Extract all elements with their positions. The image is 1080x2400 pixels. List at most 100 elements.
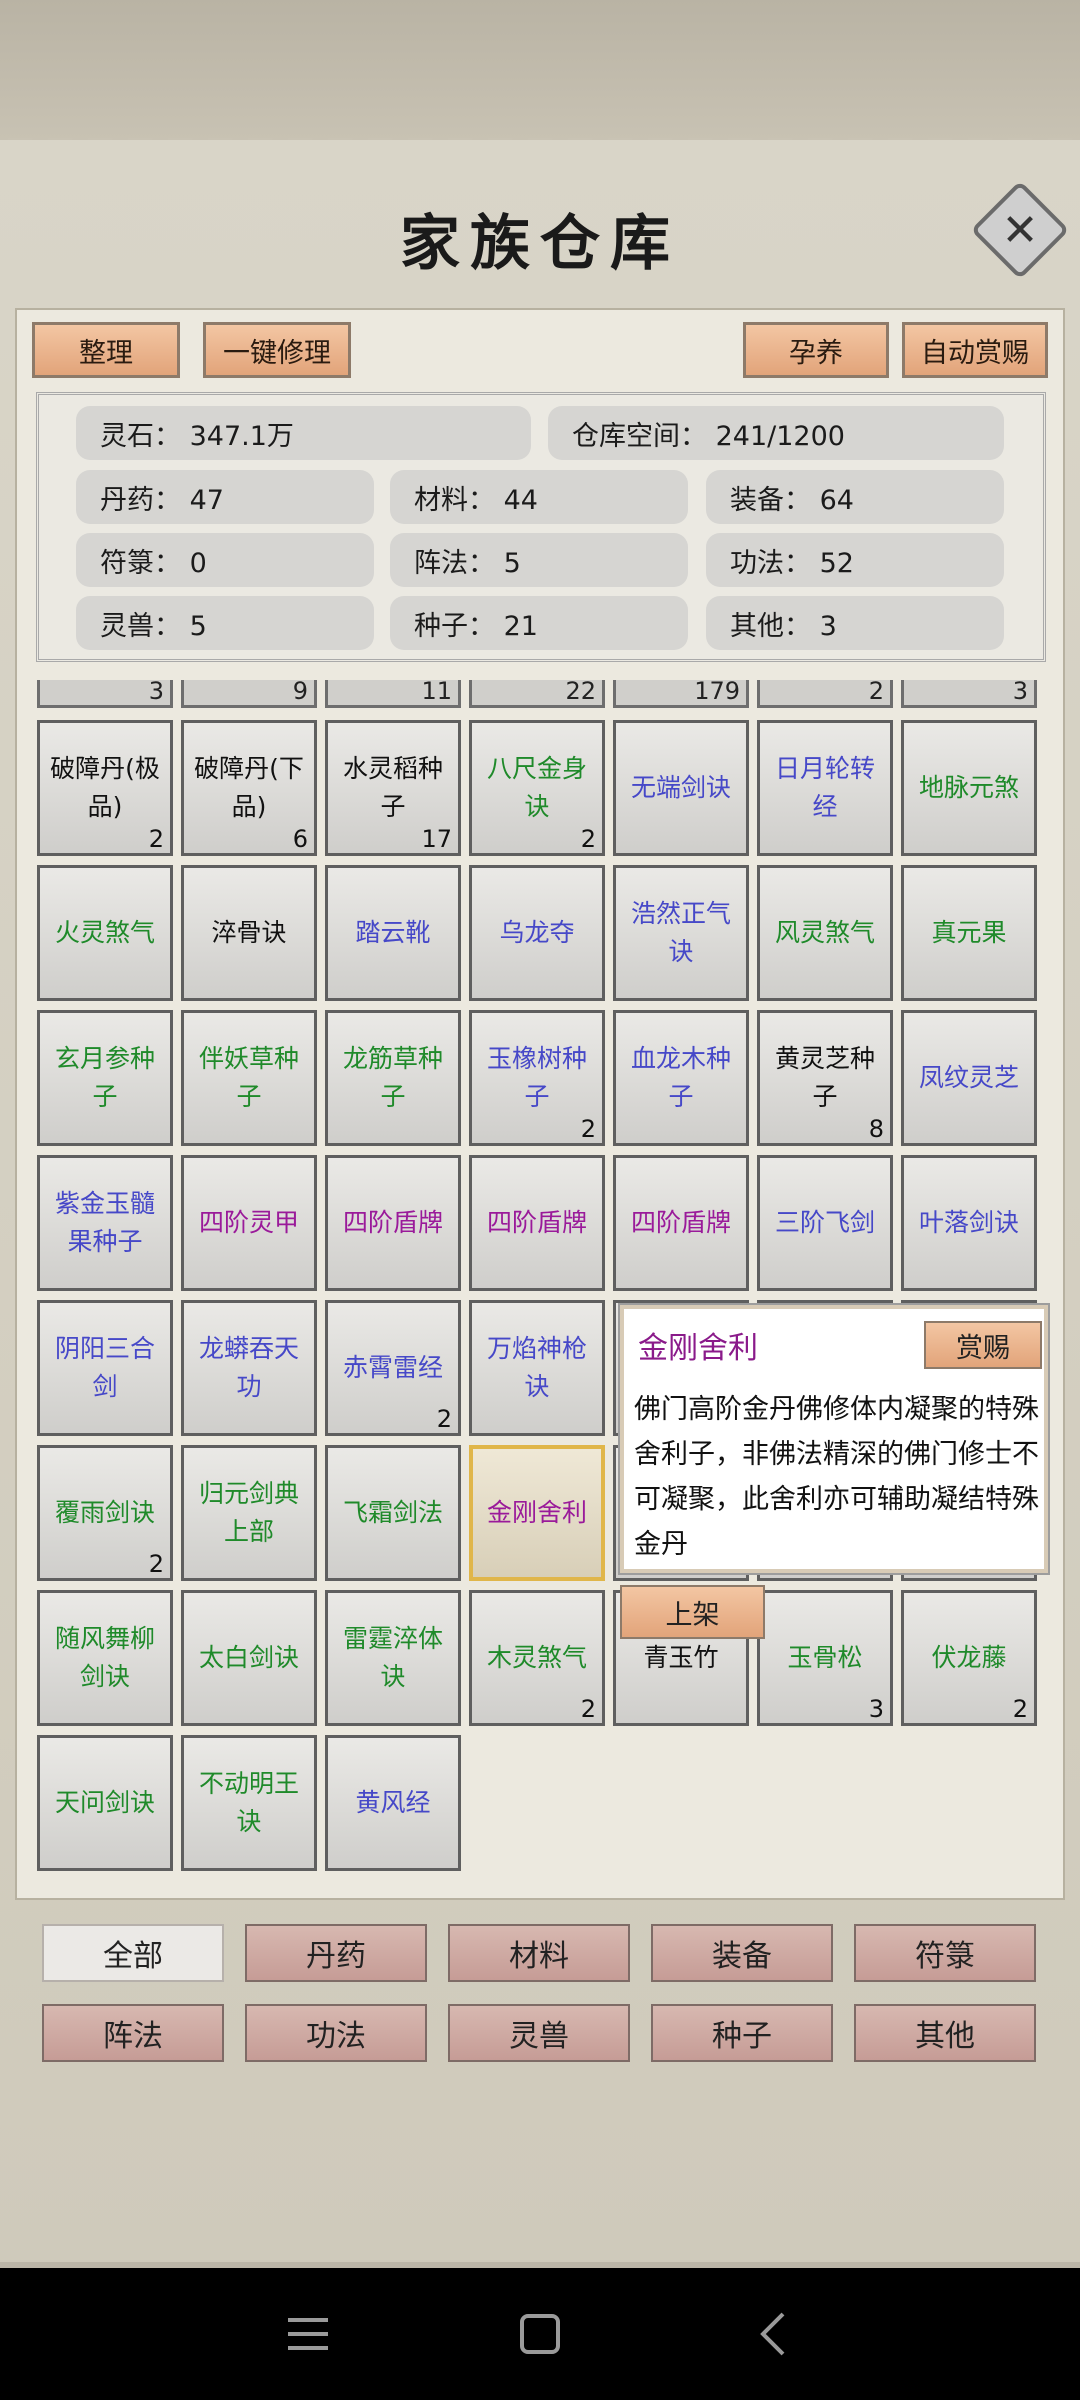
item-cell[interactable]: 万焰神枪诀 [469,1300,605,1436]
item-cell[interactable]: 地脉元煞 [901,720,1037,856]
item-cell[interactable]: 水灵稻种子 17 [325,720,461,856]
item-name: 玄月参种子 [54,1044,155,1111]
item-name: 淬骨诀 [211,918,287,947]
item-name: 太白剑诀 [198,1643,299,1672]
item-cell[interactable]: 叶落剑诀 [901,1155,1037,1291]
item-cell[interactable]: 四阶灵甲 [181,1155,317,1291]
item-cell[interactable]: 赤霄雷经 2 [325,1300,461,1436]
item-count: 2 [436,1405,452,1433]
item-count: 8 [868,1115,884,1143]
item-name: 地脉元煞 [918,773,1019,802]
item-name: 青玉竹 [643,1643,719,1672]
category-tab[interactable]: 丹药 [245,1924,427,1982]
item-cell[interactable]: 八尺金身诀 2 [469,720,605,856]
stat-pills: 丹药： 47 [76,470,374,524]
category-tab[interactable]: 阵法 [42,2004,224,2062]
item-name: 赤霄雷经 [342,1353,443,1382]
item-name: 血龙木种子 [630,1044,731,1111]
item-cell-partial[interactable]: 3 [901,680,1037,708]
item-cell[interactable]: 破障丹(下品) 6 [181,720,317,856]
category-tab[interactable]: 全部 [42,1924,224,1982]
item-cell[interactable]: 不动明王诀 [181,1735,317,1871]
item-cell[interactable]: 三阶飞剑 [757,1155,893,1291]
item-grid: 3 9 11 22 179 2 3 破障丹(极品) 2 破障丹(下品) 6 水灵稻种子 17 八尺金身诀 2… [37,680,1043,1880]
item-name: 归元剑典上部 [198,1479,299,1546]
item-cell[interactable]: 玉橡树种子 2 [469,1010,605,1146]
item-count: 2 [580,1695,596,1723]
close-icon: ✕ [1001,204,1039,256]
back-chevron-icon[interactable] [745,2308,805,2360]
tooltip-description: 佛门高阶金丹佛修体内凝聚的特殊舍利子，非佛法精深的佛门修士不可凝聚，此舍利亦可辅… [634,1394,1039,1560]
item-cell[interactable]: 日月轮转经 [757,720,893,856]
category-tab[interactable]: 种子 [651,2004,833,2062]
item-cell[interactable]: 金刚舍利 [469,1445,605,1581]
category-tab[interactable]: 灵兽 [448,2004,630,2062]
item-cell[interactable]: 木灵煞气 2 [469,1590,605,1726]
item-cell[interactable]: 四阶盾牌 [469,1155,605,1291]
category-tab[interactable]: 功法 [245,2004,427,2062]
item-cell[interactable]: 玉骨松 3 [757,1590,893,1726]
item-cell[interactable]: 无端剑诀 [613,720,749,856]
menu-icon[interactable] [280,2308,340,2360]
item-name: 伏龙藤 [931,1643,1007,1672]
item-cell[interactable]: 血龙木种子 [613,1010,749,1146]
item-cell[interactable]: 真元果 [901,865,1037,1001]
list-on-shelf-button[interactable]: 上架 [620,1585,765,1639]
item-cell[interactable]: 紫金玉髓果种子 [37,1155,173,1291]
item-cell[interactable]: 黄风经 [325,1735,461,1871]
item-name: 乌龙夺 [499,918,575,947]
home-square-icon[interactable] [510,2308,570,2360]
auto-reward-button[interactable]: 自动赏赐 [902,322,1048,378]
item-cell-partial[interactable]: 3 [37,680,173,708]
tooltip-item-name: 金刚舍利 [638,1331,758,1366]
item-count: 2 [580,825,596,853]
item-cell[interactable]: 风灵煞气 [757,865,893,1001]
item-cell[interactable]: 淬骨诀 [181,865,317,1001]
item-cell-partial[interactable]: 22 [469,680,605,708]
item-cell[interactable]: 随风舞柳剑诀 [37,1590,173,1726]
category-tab[interactable]: 装备 [651,1924,833,1982]
item-cell[interactable]: 破障丹(极品) 2 [37,720,173,856]
category-tab[interactable]: 其他 [854,2004,1036,2062]
item-cell[interactable]: 龙筋草种子 [325,1010,461,1146]
item-name: 雷霆淬体诀 [342,1624,443,1691]
item-cell[interactable]: 踏云靴 [325,865,461,1001]
item-cell[interactable]: 覆雨剑诀 2 [37,1445,173,1581]
stat-beasts: 灵兽： 5 [76,596,374,650]
item-count: 6 [292,825,308,853]
item-cell-partial[interactable]: 2 [757,680,893,708]
item-cell[interactable]: 火灵煞气 [37,865,173,1001]
item-cell[interactable]: 天问剑诀 [37,1735,173,1871]
reward-button[interactable]: 赏赐 [924,1321,1042,1369]
item-name: 覆雨剑诀 [54,1498,155,1527]
one-click-repair-button[interactable]: 一键修理 [203,322,351,378]
category-tab[interactable]: 符箓 [854,1924,1036,1982]
item-cell[interactable]: 归元剑典上部 [181,1445,317,1581]
item-cell[interactable]: 龙蟒吞天功 [181,1300,317,1436]
item-cell[interactable]: 四阶盾牌 [613,1155,749,1291]
item-name: 八尺金身诀 [486,754,587,821]
item-name: 玉骨松 [787,1643,863,1672]
nurture-button[interactable]: 孕养 [743,322,889,378]
item-cell[interactable]: 伏龙藤 2 [901,1590,1037,1726]
item-cell[interactable]: 玄月参种子 [37,1010,173,1146]
item-count: 3 [868,1695,884,1723]
item-cell-partial[interactable]: 179 [613,680,749,708]
item-cell[interactable]: 浩然正气诀 [613,865,749,1001]
item-cell[interactable]: 乌龙夺 [469,865,605,1001]
item-cell[interactable]: 太白剑诀 [181,1590,317,1726]
sort-button[interactable]: 整理 [32,322,180,378]
system-navbar [0,2268,1080,2400]
item-cell[interactable]: 飞霜剑法 [325,1445,461,1581]
item-cell[interactable]: 阴阳三合剑 [37,1300,173,1436]
item-cell-partial[interactable]: 9 [181,680,317,708]
item-cell[interactable]: 黄灵芝种子 8 [757,1010,893,1146]
item-cell[interactable]: 伴妖草种子 [181,1010,317,1146]
item-cell[interactable]: 雷霆淬体诀 [325,1590,461,1726]
item-name: 水灵稻种子 [342,754,443,821]
item-cell[interactable]: 四阶盾牌 [325,1155,461,1291]
category-tab[interactable]: 材料 [448,1924,630,1982]
item-cell[interactable]: 凤纹灵芝 [901,1010,1037,1146]
item-count: 2 [148,1550,164,1578]
item-cell-partial[interactable]: 11 [325,680,461,708]
